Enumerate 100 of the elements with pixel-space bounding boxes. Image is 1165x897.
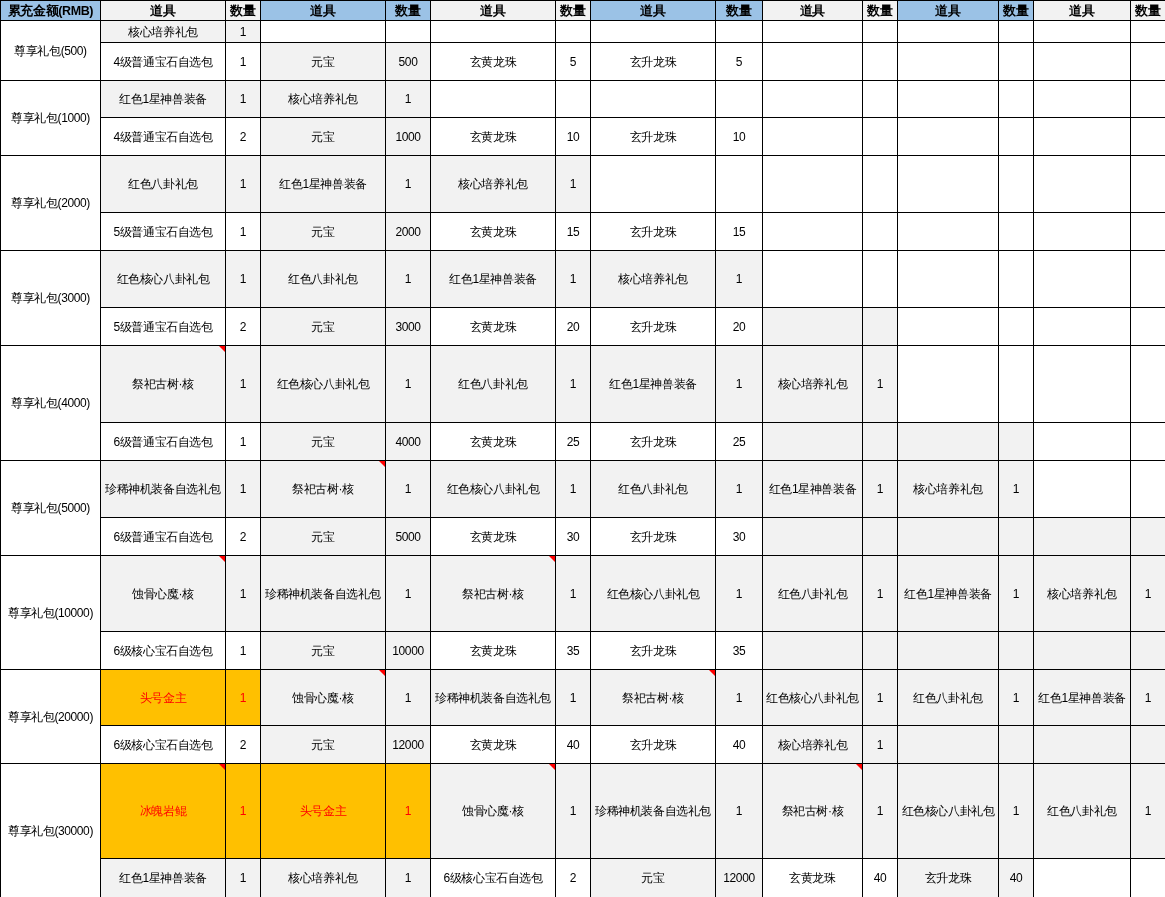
table-cell: 玄升龙珠 bbox=[590, 517, 716, 556]
table-cell: 1 bbox=[715, 555, 763, 632]
row-header: 尊享礼包(3000) bbox=[0, 250, 101, 346]
table-cell: 核心培养礼包 bbox=[762, 345, 863, 423]
table-cell: 1 bbox=[555, 155, 591, 213]
table-cell: 祭祀古树·核 bbox=[590, 669, 716, 726]
table-cell: 4级普通宝石自选包 bbox=[100, 42, 226, 81]
table-cell: 红色核心八卦礼包 bbox=[100, 250, 226, 308]
column-header: 数量 bbox=[998, 0, 1034, 21]
table-cell: 5000 bbox=[385, 517, 431, 556]
table-cell: 1 bbox=[385, 555, 431, 632]
table-cell: 1 bbox=[998, 460, 1034, 518]
table-cell: 1 bbox=[1130, 763, 1165, 859]
table-cell: 红色1星神兽装备 bbox=[1033, 669, 1131, 726]
table-cell: 30 bbox=[715, 517, 763, 556]
table-cell: 蚀骨心魔·核 bbox=[260, 669, 386, 726]
column-header: 数量 bbox=[555, 0, 591, 21]
table-cell: 35 bbox=[715, 631, 763, 670]
table-cell: 玄升龙珠 bbox=[590, 42, 716, 81]
table-cell: 玄黄龙珠 bbox=[430, 212, 556, 251]
table-cell: 头号金主 bbox=[100, 669, 226, 726]
table-cell: 1 bbox=[385, 155, 431, 213]
table-cell: 玄升龙珠 bbox=[590, 422, 716, 461]
table-cell: 冰魄岩鲲 bbox=[100, 763, 226, 859]
table-cell: 红色八卦礼包 bbox=[590, 460, 716, 518]
table-cell: 1 bbox=[385, 763, 431, 859]
table-cell: 蚀骨心魔·核 bbox=[430, 763, 556, 859]
table-cell: 红色核心八卦礼包 bbox=[430, 460, 556, 518]
table-cell: 元宝 bbox=[260, 307, 386, 346]
table-cell: 12000 bbox=[715, 858, 763, 897]
row-header: 尊享礼包(4000) bbox=[0, 345, 101, 461]
table-cell: 元宝 bbox=[590, 858, 716, 897]
table-cell: 20 bbox=[715, 307, 763, 346]
table-cell: 1 bbox=[715, 669, 763, 726]
table-cell: 祭祀古树·核 bbox=[430, 555, 556, 632]
table-cell: 红色八卦礼包 bbox=[260, 250, 386, 308]
table-cell: 珍稀神机装备自选礼包 bbox=[100, 460, 226, 518]
table-cell: 红色1星神兽装备 bbox=[100, 80, 226, 118]
table-cell: 1 bbox=[998, 669, 1034, 726]
table-cell: 4000 bbox=[385, 422, 431, 461]
table-cell: 1 bbox=[385, 460, 431, 518]
table-cell: 玄黄龙珠 bbox=[430, 422, 556, 461]
table-cell: 2000 bbox=[385, 212, 431, 251]
column-header: 数量 bbox=[225, 0, 261, 21]
table-cell: 10 bbox=[715, 117, 763, 156]
column-header: 道具 bbox=[897, 0, 999, 21]
table-cell: 1 bbox=[715, 460, 763, 518]
table-cell: 1 bbox=[998, 763, 1034, 859]
table-cell: 12000 bbox=[385, 725, 431, 764]
table-cell: 40 bbox=[715, 725, 763, 764]
table-cell: 元宝 bbox=[260, 42, 386, 81]
table-cell: 红色核心八卦礼包 bbox=[260, 345, 386, 423]
table-cell: 1 bbox=[862, 763, 898, 859]
column-header: 数量 bbox=[862, 0, 898, 21]
table-cell: 玄黄龙珠 bbox=[430, 42, 556, 81]
table-cell: 元宝 bbox=[260, 117, 386, 156]
table-cell: 红色核心八卦礼包 bbox=[590, 555, 716, 632]
table-cell: 500 bbox=[385, 42, 431, 81]
table-cell: 祭祀古树·核 bbox=[260, 460, 386, 518]
table-cell: 玄黄龙珠 bbox=[430, 117, 556, 156]
table-cell: 红色1星神兽装备 bbox=[590, 345, 716, 423]
table-cell: 25 bbox=[715, 422, 763, 461]
table-cell: 玄升龙珠 bbox=[897, 858, 999, 897]
table-cell: 核心培养礼包 bbox=[260, 858, 386, 897]
table-cell: 元宝 bbox=[260, 517, 386, 556]
table-cell: 1 bbox=[555, 345, 591, 423]
table-cell: 红色核心八卦礼包 bbox=[762, 669, 863, 726]
table-cell: 1 bbox=[225, 460, 261, 518]
table-cell: 玄升龙珠 bbox=[590, 117, 716, 156]
table-cell: 3000 bbox=[385, 307, 431, 346]
table-cell: 红色1星神兽装备 bbox=[260, 155, 386, 213]
table-cell: 6级核心宝石自选包 bbox=[100, 725, 226, 764]
table-cell: 5级普通宝石自选包 bbox=[100, 307, 226, 346]
column-header: 数量 bbox=[385, 0, 431, 21]
table-cell: 1 bbox=[225, 345, 261, 423]
table-cell: 红色1星神兽装备 bbox=[100, 858, 226, 897]
table-cell: 6级核心宝石自选包 bbox=[100, 631, 226, 670]
column-header: 数量 bbox=[715, 0, 763, 21]
table-cell: 1 bbox=[862, 555, 898, 632]
table-cell: 1 bbox=[555, 763, 591, 859]
table-cell: 红色1星神兽装备 bbox=[762, 460, 863, 518]
table-cell: 珍稀神机装备自选礼包 bbox=[260, 555, 386, 632]
table-cell: 玄黄龙珠 bbox=[430, 307, 556, 346]
table-cell: 10000 bbox=[385, 631, 431, 670]
table-cell: 祭祀古树·核 bbox=[762, 763, 863, 859]
column-header: 道具 bbox=[430, 0, 556, 21]
column-header: 道具 bbox=[100, 0, 226, 21]
table-cell: 1 bbox=[225, 155, 261, 213]
column-header: 道具 bbox=[1033, 0, 1131, 21]
table-cell: 玄黄龙珠 bbox=[430, 517, 556, 556]
table-cell: 15 bbox=[715, 212, 763, 251]
table-cell: 珍稀神机装备自选礼包 bbox=[430, 669, 556, 726]
column-header: 道具 bbox=[762, 0, 863, 21]
table-cell: 6级普通宝石自选包 bbox=[100, 517, 226, 556]
table-cell: 核心培养礼包 bbox=[762, 725, 863, 764]
table-cell: 1 bbox=[225, 250, 261, 308]
table-cell: 玄黄龙珠 bbox=[430, 631, 556, 670]
table-cell: 1 bbox=[555, 669, 591, 726]
column-header: 数量 bbox=[1130, 0, 1165, 21]
row-header: 尊享礼包(30000) bbox=[0, 763, 101, 897]
